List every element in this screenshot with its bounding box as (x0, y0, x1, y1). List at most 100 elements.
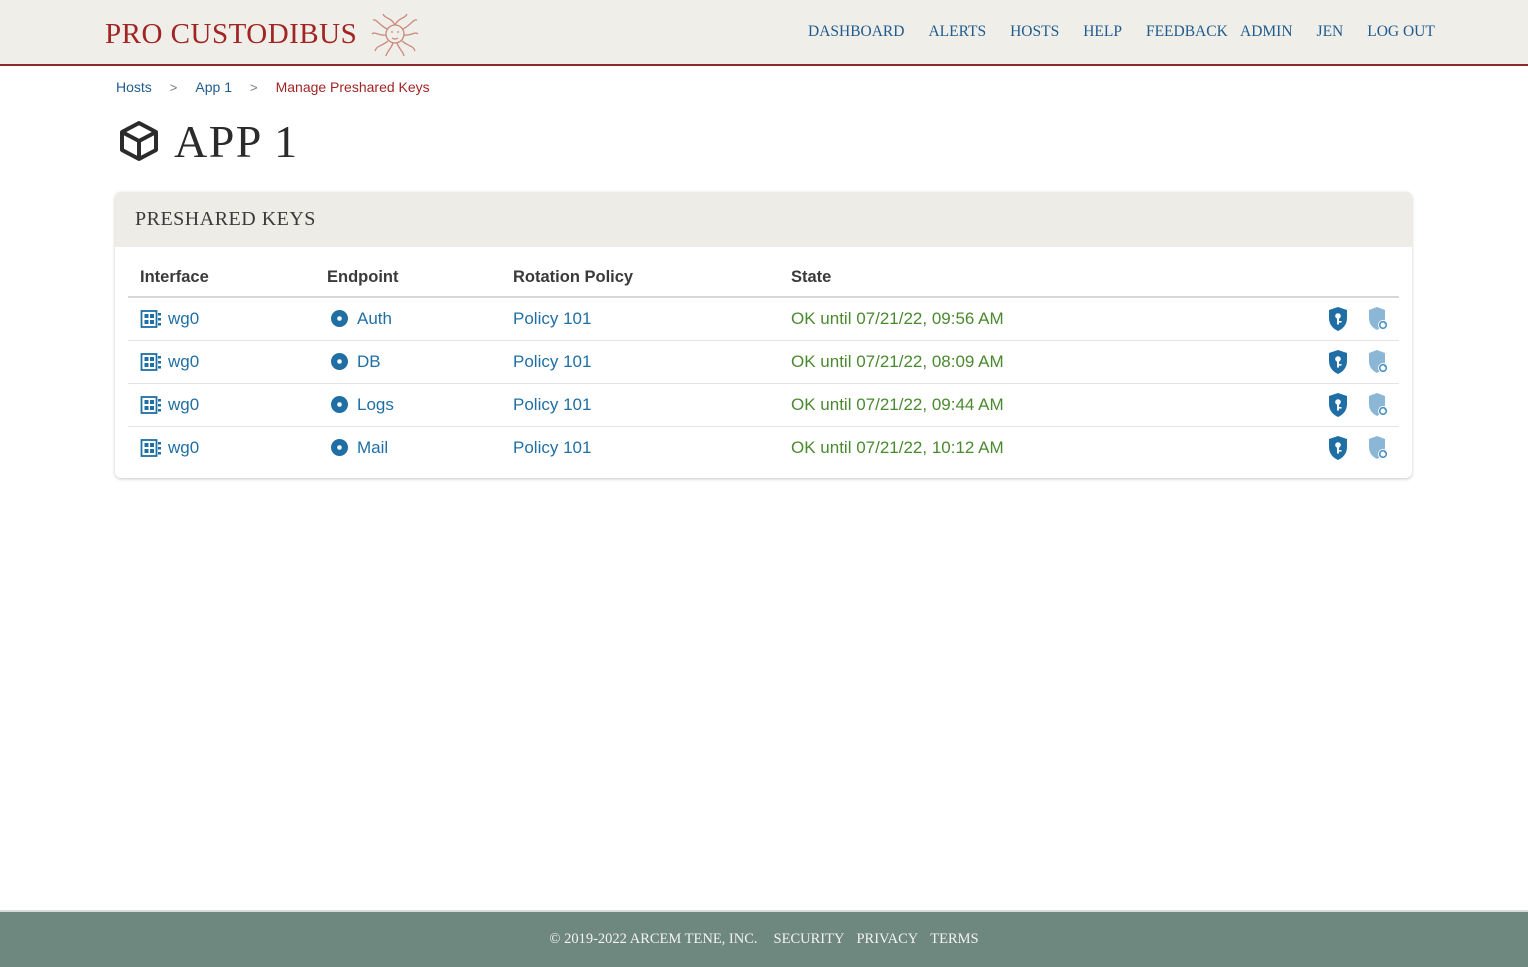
footer-privacy-link[interactable]: PRIVACY (856, 931, 918, 948)
footer-copyright: © 2019-2022 ARCEM TENE, INC. (549, 931, 758, 947)
interface-link[interactable]: wg0 (140, 352, 315, 372)
rotation-policy-link[interactable]: Policy 101 (513, 352, 591, 371)
interface-link[interactable]: wg0 (140, 309, 315, 329)
interface-link[interactable]: wg0 (140, 395, 315, 415)
cell-actions (1205, 426, 1399, 469)
endpoint-icon (331, 310, 348, 328)
table-row: wg0 DB Policy 101 OK until 07/21/22, 08:09 … (128, 340, 1399, 384)
preshared-keys-table: Interface Endpoint Rotation Policy State… (128, 258, 1399, 469)
endpoint-link[interactable]: Logs (327, 395, 501, 415)
card-header: PRESHARED KEYS (115, 192, 1412, 247)
manage-key-icon[interactable] (1327, 349, 1349, 375)
column-header-actions (1205, 258, 1399, 298)
cell-actions (1205, 340, 1399, 384)
cell-state: OK until 07/21/22, 09:56 AM (779, 297, 1206, 341)
rotation-policy-link[interactable]: Policy 101 (513, 395, 591, 414)
cell-rotation-policy: Policy 101 (501, 297, 779, 341)
rotation-policy-link[interactable]: Policy 101 (513, 438, 591, 457)
row-actions (1217, 349, 1399, 375)
cell-endpoint: Mail (315, 426, 501, 469)
table-row: wg0 Mail Policy 101 OK until 07/21/22, 10:1… (128, 426, 1399, 469)
breadcrumb-hosts[interactable]: Hosts (116, 79, 152, 95)
brand-home-link[interactable]: PRO CUSTODIBUS (105, 13, 419, 57)
endpoint-name: Logs (357, 394, 394, 414)
footer-security-link[interactable]: SECURITY (774, 931, 845, 948)
cell-interface: wg0 (128, 383, 315, 427)
cell-rotation-policy: Policy 101 (501, 383, 779, 427)
column-header-endpoint: Endpoint (315, 258, 501, 298)
cell-interface: wg0 (128, 426, 315, 469)
medusa-logo-icon (371, 13, 419, 57)
table-row: wg0 Auth Policy 101 OK until 07/21/22, 09:5… (128, 297, 1399, 341)
interface-name: wg0 (168, 394, 200, 414)
nav-admin[interactable]: ADMIN (1240, 23, 1293, 41)
cell-rotation-policy: Policy 101 (501, 340, 779, 384)
brand-name: PRO CUSTODIBUS (105, 17, 358, 50)
nav-alerts[interactable]: ALERTS (928, 23, 986, 41)
endpoint-name: Mail (357, 437, 389, 457)
interface-name: wg0 (168, 437, 200, 457)
rotate-key-icon[interactable] (1367, 349, 1389, 375)
nav-log-out[interactable]: LOG OUT (1367, 23, 1435, 41)
endpoint-icon (331, 353, 348, 370)
endpoint-icon (331, 396, 348, 413)
nav-help[interactable]: HELP (1083, 23, 1122, 41)
cell-rotation-policy: Policy 101 (501, 426, 779, 469)
interface-icon (140, 438, 161, 457)
column-header-interface: Interface (128, 258, 315, 298)
rotation-policy-link[interactable]: Policy 101 (513, 309, 591, 328)
cell-state: OK until 07/21/22, 09:44 AM (779, 383, 1206, 427)
page-title: APP 1 (116, 114, 299, 168)
endpoint-link[interactable]: Auth (327, 309, 501, 329)
column-header-rotation-policy: Rotation Policy (501, 258, 779, 298)
breadcrumb: Hosts > App 1 > Manage Preshared Keys (116, 78, 430, 96)
preshared-keys-card: PRESHARED KEYS Interface Endpoint Rotati… (115, 192, 1412, 478)
table-header-row: Interface Endpoint Rotation Policy State (128, 258, 1399, 298)
interface-icon (140, 309, 161, 328)
nav-hosts[interactable]: HOSTS (1010, 23, 1059, 41)
row-actions (1217, 392, 1399, 418)
manage-key-icon[interactable] (1327, 392, 1349, 418)
nav-user-profile[interactable]: JEN (1317, 23, 1344, 41)
cell-actions (1205, 297, 1399, 341)
nav-dashboard[interactable]: DASHBOARD (808, 23, 904, 41)
cell-endpoint: DB (315, 340, 501, 384)
cell-actions (1205, 383, 1399, 427)
breadcrumb-separator: > (249, 79, 258, 95)
cell-interface: wg0 (128, 340, 315, 384)
manage-key-icon[interactable] (1327, 435, 1349, 461)
top-navbar: PRO CUSTODIBUS DASHBOARD ALERTS HOSTS HE… (0, 0, 1528, 66)
endpoint-name: DB (357, 351, 381, 371)
endpoint-link[interactable]: Mail (327, 438, 501, 458)
nav-feedback[interactable]: FEEDBACK (1146, 23, 1228, 41)
main-nav: DASHBOARD ALERTS HOSTS HELP FEEDBACK (808, 22, 1228, 42)
user-nav: ADMIN JEN LOG OUT (1240, 22, 1435, 42)
row-actions (1217, 306, 1399, 332)
rotate-key-icon[interactable] (1367, 435, 1389, 461)
state-text: OK until 07/21/22, 10:12 AM (791, 437, 1004, 457)
interface-icon (140, 395, 161, 414)
interface-name: wg0 (168, 308, 200, 328)
footer: © 2019-2022 ARCEM TENE, INC. SECURITY PR… (0, 910, 1528, 967)
state-text: OK until 07/21/22, 08:09 AM (791, 351, 1004, 371)
interface-name: wg0 (168, 351, 200, 371)
interface-link[interactable]: wg0 (140, 438, 315, 458)
rotate-key-icon[interactable] (1367, 392, 1389, 418)
state-text: OK until 07/21/22, 09:56 AM (791, 308, 1004, 328)
state-text: OK until 07/21/22, 09:44 AM (791, 394, 1004, 414)
row-actions (1217, 435, 1399, 461)
table-row: wg0 Logs Policy 101 OK until 07/21/22, 09:4… (128, 383, 1399, 427)
manage-key-icon[interactable] (1327, 306, 1349, 332)
card-title: PRESHARED KEYS (135, 208, 316, 230)
page-title-text: APP 1 (174, 115, 299, 167)
rotate-key-icon[interactable] (1367, 306, 1389, 332)
cube-icon (120, 121, 158, 161)
interface-icon (140, 352, 161, 371)
breadcrumb-app-1[interactable]: App 1 (195, 79, 232, 95)
cell-state: OK until 07/21/22, 08:09 AM (779, 340, 1206, 384)
endpoint-link[interactable]: DB (327, 352, 501, 372)
breadcrumb-separator: > (169, 79, 178, 95)
column-header-state: State (779, 258, 1206, 298)
cell-state: OK until 07/21/22, 10:12 AM (779, 426, 1205, 469)
footer-terms-link[interactable]: TERMS (930, 931, 978, 948)
